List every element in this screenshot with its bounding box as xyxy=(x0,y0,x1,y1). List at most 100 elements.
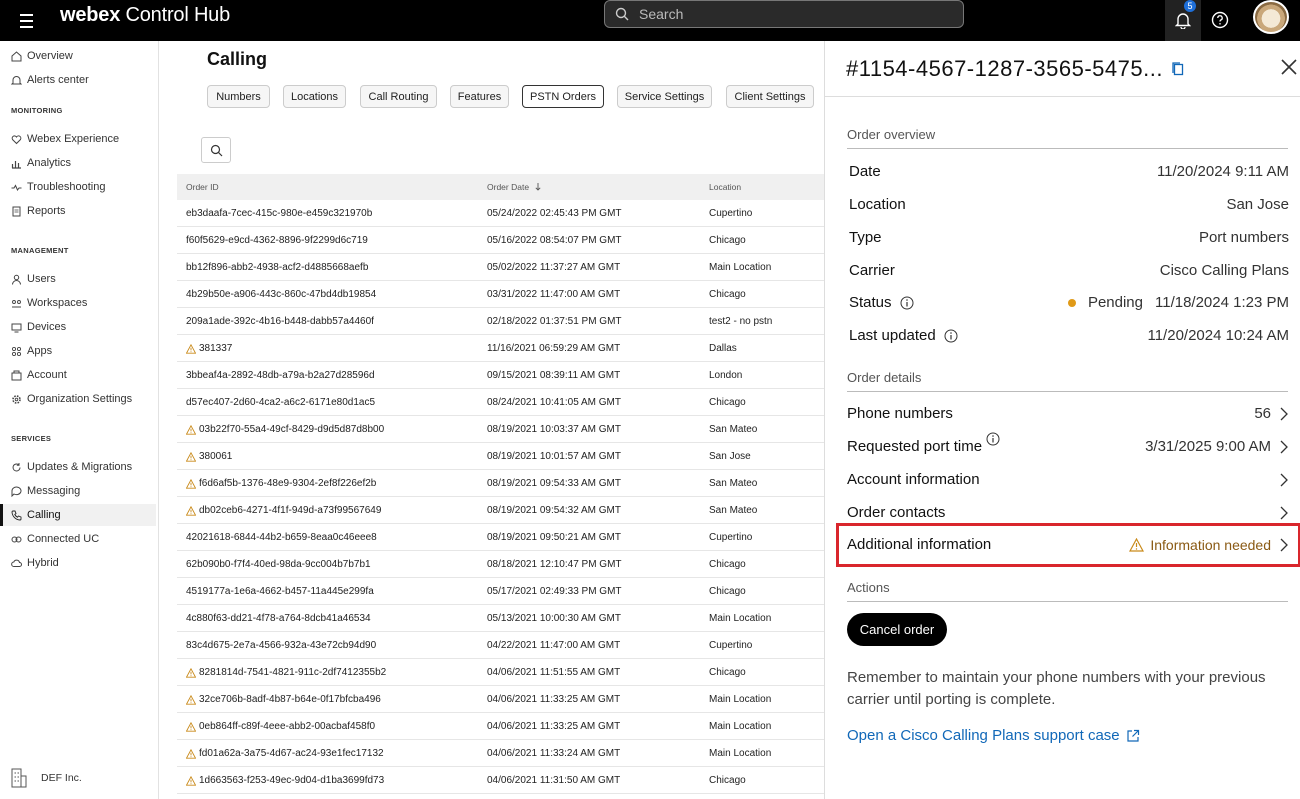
table-search-button[interactable] xyxy=(201,137,231,163)
sidebar-item-updates-migrations[interactable]: Updates & Migrations xyxy=(0,456,156,478)
table-row[interactable]: 32ce706b-8adf-4b87-b64e-0f17bfcba496 04/0… xyxy=(177,686,824,713)
location-cell: Cupertino xyxy=(709,640,753,651)
column-header-order-date[interactable]: Order Date xyxy=(487,182,541,192)
location-cell: Chicago xyxy=(709,667,746,678)
table-row[interactable]: bb12f896-abb2-4938-acf2-d4885668aefb 05/0… xyxy=(177,254,824,281)
sidebar-item-troubleshooting[interactable]: Troubleshooting xyxy=(0,176,156,198)
order-id-cell: 381337 xyxy=(186,343,232,354)
order-id-cell: 380061 xyxy=(186,451,232,462)
table-row[interactable]: 3bbeaf4a-2892-48db-a79a-b2a27d28596d 09/1… xyxy=(177,362,824,389)
table-row[interactable]: d57ec407-2d60-4ca2-a6c2-6171e80d1ac5 08/2… xyxy=(177,389,824,416)
table-row[interactable]: db02ceb6-4271-4f1f-949d-a73f99567649 08/1… xyxy=(177,497,824,524)
menu-icon[interactable] xyxy=(14,10,38,32)
table-row[interactable]: fd01a62a-3a75-4d67-ac24-93e1fec17132 04/0… xyxy=(177,740,824,767)
table-row[interactable]: 42021618-6844-44b2-b659-8eaa0c46eee8 08/1… xyxy=(177,524,824,551)
sidebar-item-workspaces[interactable]: Workspaces xyxy=(0,292,156,314)
close-icon[interactable] xyxy=(1280,58,1298,76)
order-date-cell: 08/19/2021 09:54:32 AM GMT xyxy=(487,505,621,516)
global-search[interactable] xyxy=(604,0,964,28)
copy-icon[interactable] xyxy=(1171,61,1185,77)
sidebar-item-analytics[interactable]: Analytics xyxy=(0,152,156,174)
notification-badge: 5 xyxy=(1184,0,1196,12)
table-row[interactable]: 62b090b0-f7f4-40ed-98da-9cc004b7b7b1 08/1… xyxy=(177,551,824,578)
warning-icon xyxy=(186,667,196,678)
table-row[interactable]: f6d6af5b-1376-48e9-9304-2ef8f226ef2b 08/1… xyxy=(177,470,824,497)
table-row[interactable]: 83c4d675-2e7a-4566-932a-43e72cb94d90 04/2… xyxy=(177,632,824,659)
search-input[interactable] xyxy=(639,6,939,22)
sidebar-item-users[interactable]: Users xyxy=(0,268,156,290)
status-badge: Pending xyxy=(1087,294,1143,311)
table-row[interactable]: 4519177a-1e6a-4662-b457-11a445e299fa 05/1… xyxy=(177,578,824,605)
location-cell: Cupertino xyxy=(709,208,753,219)
table-row[interactable]: 1d663563-f253-49ec-9d04-d1ba3699fd73 04/0… xyxy=(177,767,824,794)
sidebar-item-organization-settings[interactable]: Organization Settings xyxy=(0,388,156,410)
tab-service-settings[interactable]: Service Settings xyxy=(617,85,712,108)
support-case-link[interactable]: Open a Cisco Calling Plans support case xyxy=(847,727,1140,744)
order-date-cell: 08/19/2021 09:54:33 AM GMT xyxy=(487,478,621,489)
table-row[interactable]: 4c880f63-dd21-4f78-a764-8dcb41a46534 05/1… xyxy=(177,605,824,632)
order-date-cell: 04/06/2021 11:31:50 AM GMT xyxy=(487,775,621,786)
table-row[interactable]: eb3daafa-7cec-415c-980e-e459c321970b 05/2… xyxy=(177,200,824,227)
column-header-order-id[interactable]: Order ID xyxy=(186,182,219,192)
tab-client-settings[interactable]: Client Settings xyxy=(726,85,814,108)
chat-icon xyxy=(11,486,22,497)
info-icon[interactable] xyxy=(986,432,1000,446)
table-row[interactable]: 4b29b50e-a906-443c-860c-47bd4db19854 03/3… xyxy=(177,281,824,308)
section-divider xyxy=(847,148,1288,149)
table-row[interactable]: 381337 11/16/2021 06:59:29 AM GMT Dallas xyxy=(177,335,824,362)
location-cell: test2 - no pstn xyxy=(709,316,773,327)
table-row[interactable]: 8281814d-7541-4821-911c-2df7412355b2 04/0… xyxy=(177,659,824,686)
sidebar-item-overview[interactable]: Overview xyxy=(0,45,156,67)
order-date-cell: 08/18/2021 12:10:47 PM GMT xyxy=(487,559,622,570)
table-row[interactable]: f60f5629-e9cd-4362-8896-9f2299d6c719 05/1… xyxy=(177,227,824,254)
sidebar-item-connected-uc[interactable]: Connected UC xyxy=(0,528,156,550)
requested-port-time-row[interactable]: Requested port time 3/31/2025 9:00 AM xyxy=(847,430,1289,463)
sidebar-item-reports[interactable]: Reports xyxy=(0,200,156,222)
info-icon[interactable] xyxy=(944,329,958,343)
main-content: Calling Numbers Locations Call Routing F… xyxy=(160,41,824,799)
order-id-cell: 4b29b50e-a906-443c-860c-47bd4db19854 xyxy=(186,289,377,300)
pending-status-dot xyxy=(1067,298,1076,307)
info-icon[interactable] xyxy=(900,296,914,310)
order-date-cell: 02/18/2022 01:37:51 PM GMT xyxy=(487,316,622,327)
table-row[interactable]: 03b22f70-55a4-49cf-8429-d9d5d87d8b00 08/1… xyxy=(177,416,824,443)
sidebar-item-calling[interactable]: Calling xyxy=(0,504,156,526)
home-icon xyxy=(11,50,22,62)
tab-locations[interactable]: Locations xyxy=(283,85,346,108)
tab-call-routing[interactable]: Call Routing xyxy=(360,85,437,108)
tab-pstn-orders[interactable]: PSTN Orders xyxy=(522,85,604,108)
order-overview-heading: Order overview xyxy=(847,127,936,142)
chevron-right-icon xyxy=(1280,506,1288,519)
sidebar-item-apps[interactable]: Apps xyxy=(0,340,156,362)
tab-numbers[interactable]: Numbers xyxy=(207,85,270,108)
help-button[interactable] xyxy=(1202,2,1238,38)
table-row[interactable]: 209a1ade-392c-4b16-b448-dabb57a4460f 02/1… xyxy=(177,308,824,335)
order-detail-panel: #1154-4567-1287-3565-5475... Order overv… xyxy=(824,41,1300,799)
sidebar-item-webex-experience[interactable]: Webex Experience xyxy=(0,128,156,150)
organization-switcher[interactable]: DEF Inc. xyxy=(11,768,82,788)
order-date-cell: 05/02/2022 11:37:27 AM GMT xyxy=(487,262,621,273)
brand-logo[interactable]: webex Control Hub xyxy=(60,4,230,27)
location-cell: London xyxy=(709,370,743,381)
phone-numbers-row[interactable]: Phone numbers 56 xyxy=(847,397,1289,430)
sidebar-heading-services: SERVICES xyxy=(11,434,52,443)
sidebar-item-devices[interactable]: Devices xyxy=(0,316,156,338)
cancel-order-button[interactable]: Cancel order xyxy=(847,613,947,646)
tab-features[interactable]: Features xyxy=(450,85,509,108)
order-date-cell: 08/19/2021 10:03:37 AM GMT xyxy=(487,424,621,435)
user-icon xyxy=(11,274,22,285)
pulse-icon xyxy=(11,182,22,193)
sidebar-item-messaging[interactable]: Messaging xyxy=(0,480,156,502)
sidebar-item-account[interactable]: Account xyxy=(0,364,156,386)
apps-icon xyxy=(11,346,22,357)
table-row[interactable]: 380061 08/19/2021 10:01:57 AM GMT San Jose xyxy=(177,443,824,470)
panel-title: #1154-4567-1287-3565-5475... xyxy=(846,56,1185,82)
sidebar-item-alerts-center[interactable]: Alerts center xyxy=(0,69,156,91)
avatar[interactable] xyxy=(1253,0,1289,34)
column-header-location[interactable]: Location xyxy=(709,182,741,192)
order-date-cell: 04/06/2021 11:51:55 AM GMT xyxy=(487,667,621,678)
sidebar-item-hybrid[interactable]: Hybrid xyxy=(0,552,156,574)
notifications-button[interactable]: 5 xyxy=(1165,0,1201,41)
account-information-row[interactable]: Account information xyxy=(847,463,1289,496)
table-row[interactable]: 0eb864ff-c89f-4eee-abb2-00acbaf458f0 04/0… xyxy=(177,713,824,740)
